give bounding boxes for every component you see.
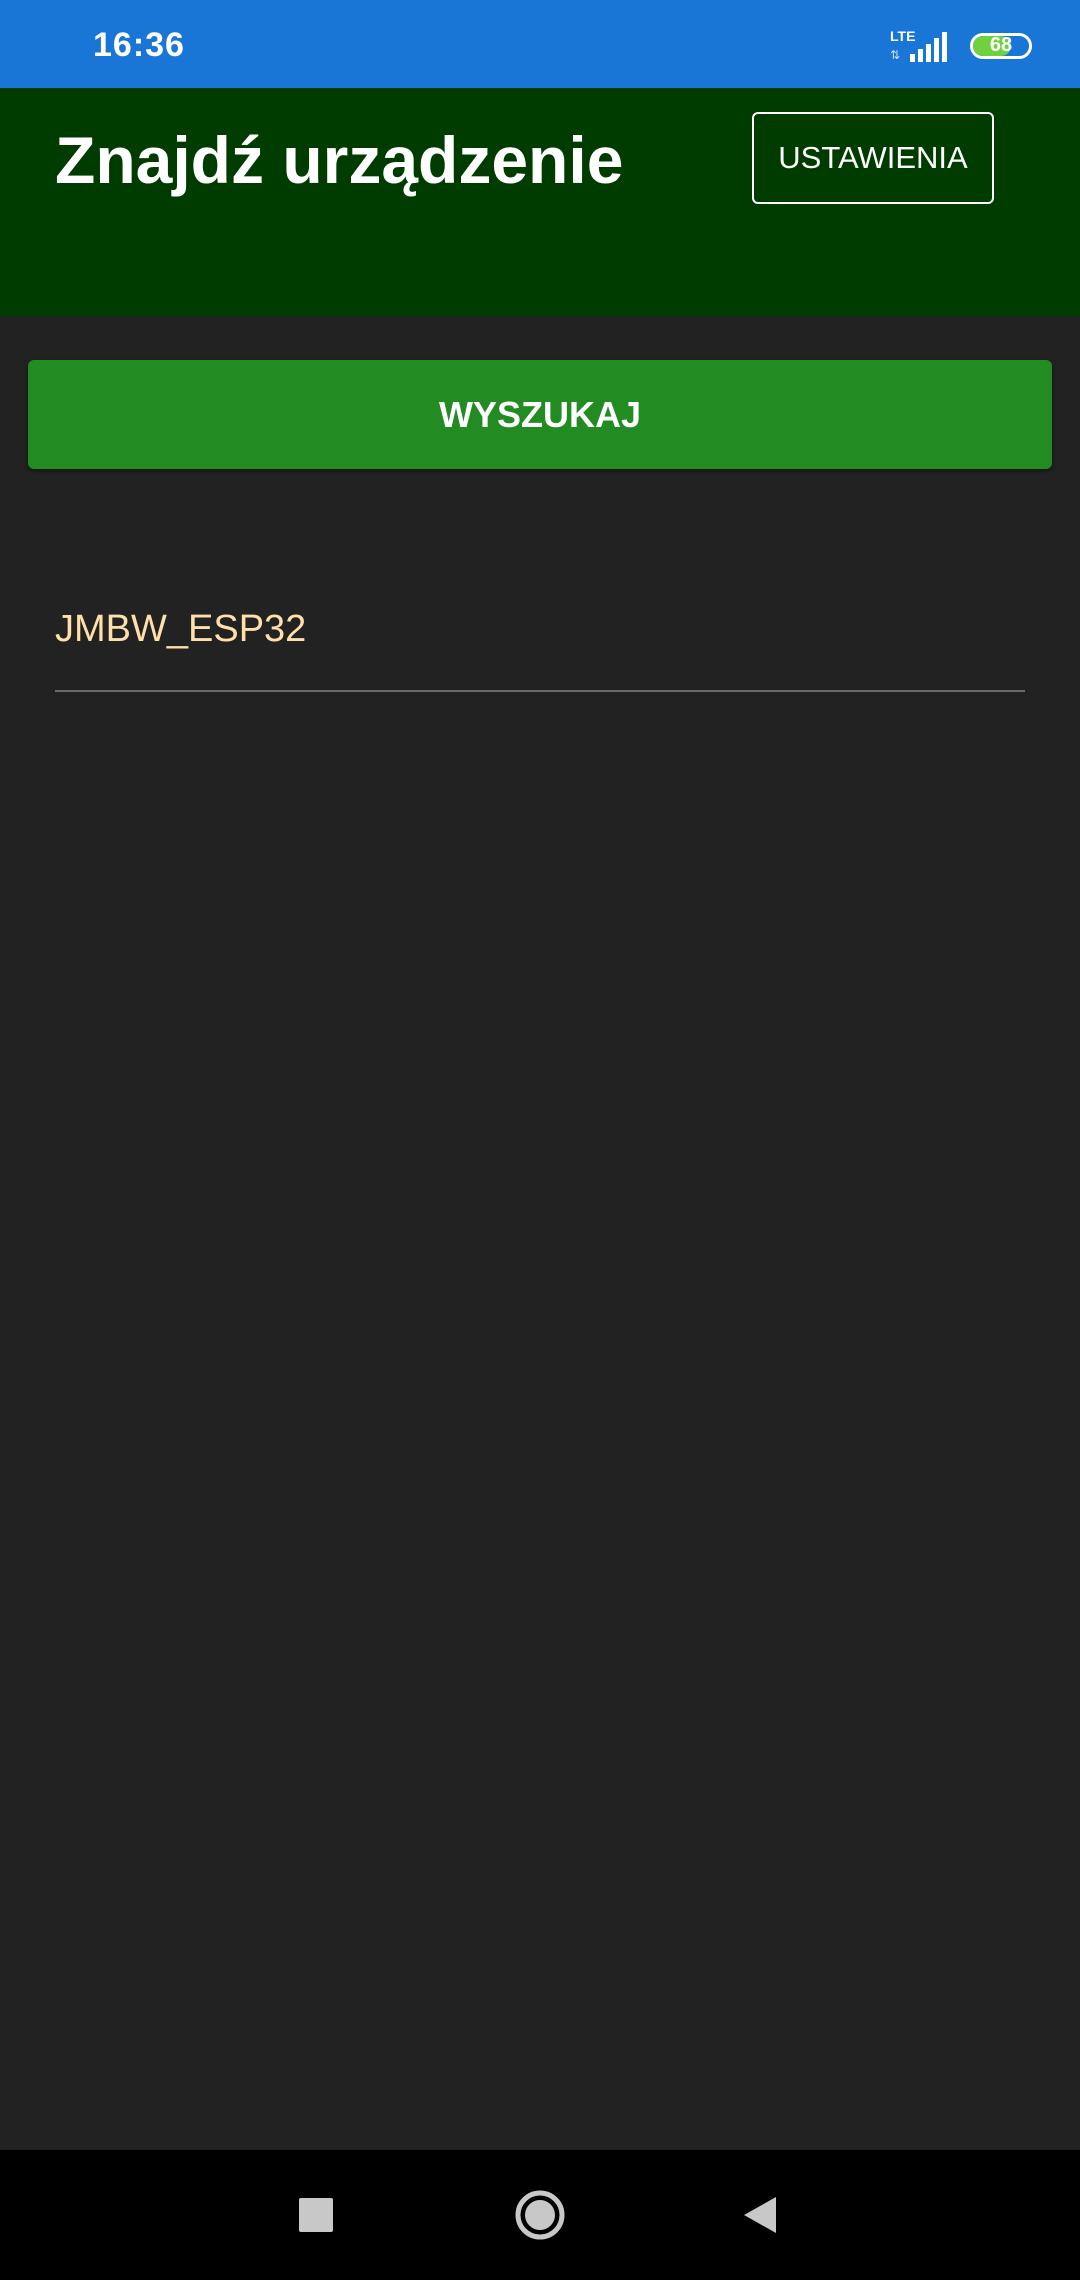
device-list: JMBW_ESP32 — [55, 580, 1025, 692]
recents-button[interactable] — [256, 2150, 376, 2280]
battery-level: 68 — [989, 34, 1013, 56]
device-name: JMBW_ESP32 — [55, 608, 307, 650]
settings-button[interactable]: USTAWIENIA — [752, 112, 994, 204]
device-list-item[interactable]: JMBW_ESP32 — [55, 580, 1025, 692]
page-title: Znajdź urządzenie — [55, 123, 624, 197]
recents-square-icon — [299, 2198, 333, 2232]
home-circle-icon — [515, 2190, 565, 2240]
data-activity-icon: ⇅ — [890, 48, 901, 62]
battery-icon: 68 — [970, 33, 1032, 59]
status-bar: 16:36 LTE ⇅ 68 — [0, 0, 1080, 88]
search-button[interactable]: WYSZUKAJ — [28, 360, 1052, 469]
app-bar: Znajdź urządzenie USTAWIENIA — [0, 88, 1080, 316]
signal-bars-icon — [910, 32, 947, 62]
home-button[interactable] — [480, 2150, 600, 2280]
navigation-bar — [0, 2150, 1080, 2280]
status-icons: LTE ⇅ 68 — [888, 26, 1032, 66]
back-button[interactable] — [700, 2150, 820, 2280]
status-time: 16:36 — [93, 26, 185, 64]
signal-indicator: LTE ⇅ — [888, 28, 952, 64]
back-triangle-icon — [744, 2197, 776, 2233]
